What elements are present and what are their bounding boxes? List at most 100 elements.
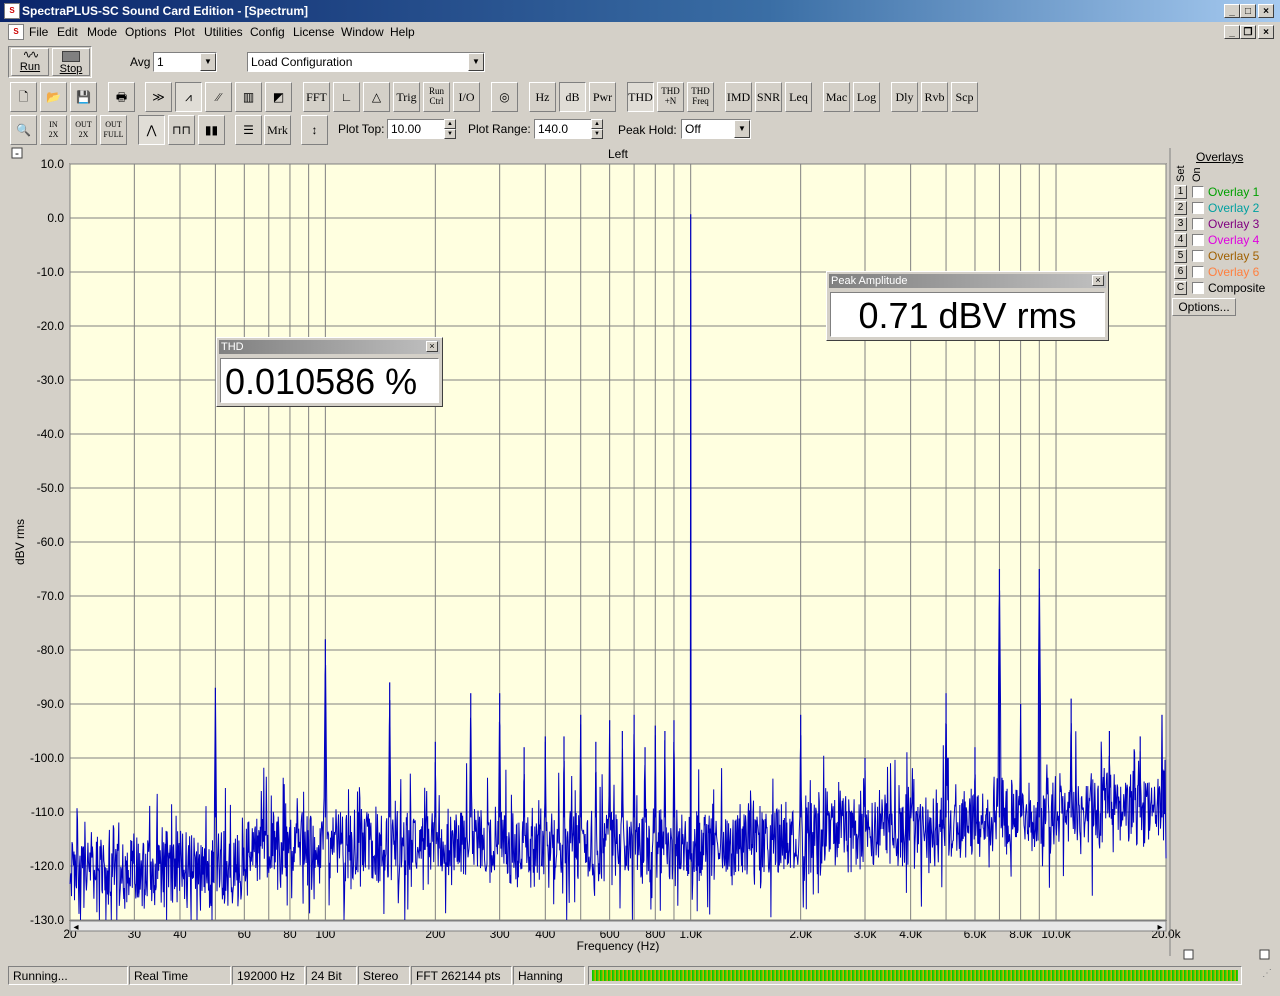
log-button[interactable]: Log	[853, 82, 880, 112]
menu-utilities[interactable]: Utilities	[204, 25, 243, 39]
trig-button[interactable]: Trig	[393, 82, 420, 112]
overlay-checkbox[interactable]	[1192, 266, 1204, 278]
zoom-out-2x-icon[interactable]: OUT 2X	[70, 115, 97, 145]
chevron-down-icon[interactable]: ▼	[468, 53, 484, 71]
signal-generator-icon[interactable]: ◎	[491, 82, 518, 112]
thd-window[interactable]: THD × 0.010586 %	[216, 337, 443, 407]
menu-license[interactable]: License	[293, 25, 334, 39]
overlay-checkbox[interactable]	[1192, 202, 1204, 214]
3d-surface-icon[interactable]: ◩	[265, 82, 292, 112]
peak-amplitude-window[interactable]: Peak Amplitude × 0.71 dBV rms	[826, 271, 1109, 341]
run-button[interactable]: ∿∿ Run	[11, 48, 49, 76]
menu-mode[interactable]: Mode	[87, 25, 117, 39]
minimize-icon[interactable]: _	[1224, 4, 1240, 18]
open-folder-icon[interactable]: 📂	[40, 82, 67, 112]
menu-file[interactable]: File	[29, 25, 48, 39]
overlays-options-button[interactable]: Options...	[1172, 298, 1236, 316]
axis-icon[interactable]: ∟	[333, 82, 360, 112]
overlays-title[interactable]: Overlays	[1196, 150, 1243, 164]
overlay-checkbox[interactable]	[1192, 218, 1204, 230]
spectrum-mode-icon[interactable]: ⩘	[175, 82, 202, 112]
scp-button[interactable]: Scp	[951, 82, 978, 112]
spectrogram-icon[interactable]: ▥	[235, 82, 262, 112]
zoom-icon[interactable]: 🔍	[10, 115, 37, 145]
child-restore-icon[interactable]: ❐	[1240, 25, 1256, 39]
menu-options[interactable]: Options	[125, 25, 166, 39]
overlay-set-button[interactable]: 2	[1174, 201, 1187, 215]
bar-plot-icon[interactable]: ▮▮	[198, 115, 225, 145]
chevron-down-icon[interactable]: ▼	[734, 120, 750, 138]
overlay-label: Composite	[1208, 281, 1266, 295]
overlay-set-button[interactable]: 5	[1174, 249, 1187, 263]
line-plot-icon[interactable]: ⋀	[138, 115, 165, 145]
save-icon[interactable]: 💾	[70, 82, 97, 112]
app-icon[interactable]: S	[4, 3, 20, 19]
calibration-icon[interactable]: △	[363, 82, 390, 112]
overlay-checkbox[interactable]	[1192, 186, 1204, 198]
leq-button[interactable]: Leq	[785, 82, 812, 112]
overlay-set-button[interactable]: 6	[1174, 265, 1187, 279]
overlay-set-button[interactable]: C	[1174, 281, 1187, 295]
plot-top-spinner[interactable]: ▲ ▼	[444, 119, 456, 139]
close-icon[interactable]: ×	[1092, 275, 1104, 286]
io-button[interactable]: I/O	[453, 82, 480, 112]
step-plot-icon[interactable]: ⊓⊓	[168, 115, 195, 145]
overlay-set-button[interactable]: 4	[1174, 233, 1187, 247]
pwr-button[interactable]: Pwr	[589, 82, 616, 112]
plot-top-input[interactable]: 10.00 ▲ ▼	[387, 119, 456, 139]
run-ctrl-button[interactable]: Run Ctrl	[423, 82, 450, 112]
resize-grip-icon[interactable]: ⋰	[1262, 968, 1276, 984]
overlay-label: Overlay 3	[1208, 217, 1260, 231]
child-close-icon[interactable]: ×	[1258, 25, 1274, 39]
overlay-set-button[interactable]: 1	[1174, 185, 1187, 199]
thd-button[interactable]: THD	[627, 82, 654, 112]
thd-freq-button[interactable]: THD Freq	[687, 82, 714, 112]
overlay-set-button[interactable]: 3	[1174, 217, 1187, 231]
rvb-button[interactable]: Rvb	[921, 82, 948, 112]
list-view-icon[interactable]: ☰	[235, 115, 262, 145]
config-select[interactable]: Load Configuration ▼	[247, 52, 485, 72]
snr-button[interactable]: SNR	[755, 82, 782, 112]
db-button[interactable]: dB	[559, 82, 586, 112]
time-series-icon[interactable]: ∕∕	[205, 82, 232, 112]
peak-window-titlebar[interactable]: Peak Amplitude ×	[829, 274, 1106, 288]
fast-forward-icon[interactable]: ≫	[145, 82, 172, 112]
vertical-scale-icon[interactable]: ↕	[301, 115, 328, 145]
spectrum-plot[interactable]: - Left 10.0 0.0 -10.0 -20.0 -30.0 -40.0 -50.0 -60…	[0, 146, 1280, 964]
chevron-down-icon[interactable]: ▼	[200, 53, 216, 71]
menu-edit[interactable]: Edit	[57, 25, 78, 39]
avg-select[interactable]: 1 ▼	[153, 52, 217, 72]
plot-range-spinner[interactable]: ▲ ▼	[591, 119, 603, 139]
hz-button[interactable]: Hz	[529, 82, 556, 112]
close-icon[interactable]: ×	[426, 341, 438, 352]
mac-button[interactable]: Mac	[823, 82, 850, 112]
horizontal-scrollbar[interactable]	[69, 920, 1167, 932]
imd-button[interactable]: IMD	[725, 82, 752, 112]
overlay-checkbox[interactable]	[1192, 250, 1204, 262]
overlay-checkbox[interactable]	[1192, 282, 1204, 294]
menu-config[interactable]: Config	[250, 25, 285, 39]
zoom-in-2x-icon[interactable]: IN 2X	[40, 115, 67, 145]
expand-icon[interactable]	[1183, 949, 1194, 960]
thd-n-button[interactable]: THD +N	[657, 82, 684, 112]
close-icon[interactable]: ×	[1258, 4, 1274, 18]
y-tick-label: -80.0	[37, 643, 65, 657]
menu-plot[interactable]: Plot	[174, 25, 195, 39]
child-minimize-icon[interactable]: _	[1224, 25, 1240, 39]
new-file-icon[interactable]: 🗋	[10, 82, 37, 112]
stop-button[interactable]: Stop	[52, 48, 90, 76]
maximize-icon[interactable]: □	[1240, 4, 1256, 18]
peak-hold-select[interactable]: Off ▼	[681, 119, 751, 139]
doc-icon[interactable]: S	[8, 24, 24, 40]
thd-window-titlebar[interactable]: THD ×	[219, 340, 440, 354]
print-icon[interactable]: 🖶	[108, 82, 135, 112]
expand-right-icon[interactable]	[1259, 949, 1270, 960]
mrk-button[interactable]: Mrk	[264, 115, 291, 145]
zoom-full-icon[interactable]: OUT FULL	[100, 115, 127, 145]
plot-range-input[interactable]: 140.0 ▲ ▼	[534, 119, 603, 139]
menu-window[interactable]: Window	[341, 25, 384, 39]
fft-button[interactable]: FFT	[303, 82, 330, 112]
menu-help[interactable]: Help	[390, 25, 415, 39]
overlay-checkbox[interactable]	[1192, 234, 1204, 246]
dly-button[interactable]: Dly	[891, 82, 918, 112]
